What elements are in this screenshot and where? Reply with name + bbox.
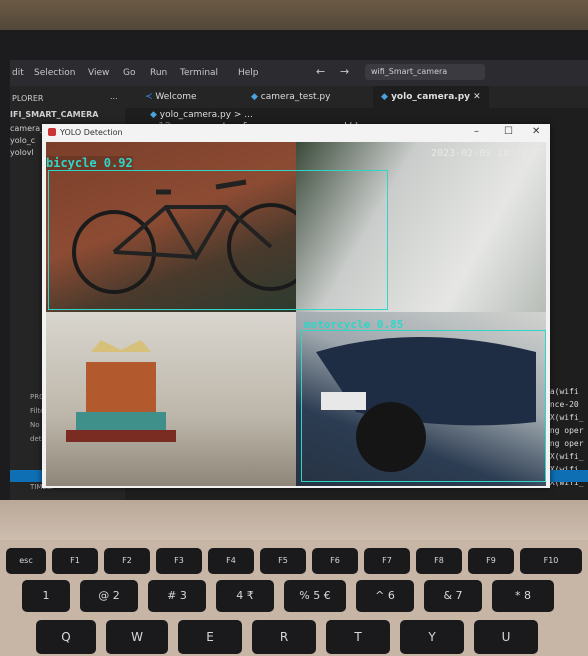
key-w[interactable]: W — [106, 620, 168, 654]
key-e[interactable]: E — [178, 620, 242, 654]
tab-yolo-camera[interactable]: ◆ yolo_camera.py ✕ — [373, 86, 489, 108]
detection-label-bicycle: bicycle 0.92 — [46, 156, 133, 170]
key-y[interactable]: Y — [400, 620, 464, 654]
key-5[interactable]: % 5 € — [284, 580, 346, 612]
key-f9[interactable]: F9 — [468, 548, 514, 574]
python-file-icon: ◆ — [381, 92, 388, 102]
nav-back-icon[interactable]: ← — [316, 65, 325, 78]
terminal-line: ong oper — [545, 439, 584, 448]
vscode-menu-bar: dit Selection View Go Run Terminal Help … — [10, 60, 588, 86]
key-4[interactable]: 4 ₹ — [216, 580, 274, 612]
menu-terminal[interactable]: Terminal — [180, 68, 218, 78]
shrine-illustration — [66, 340, 176, 442]
python-file-icon: ◆ — [150, 110, 157, 120]
editor-tab-bar: ≺ Welcome ◆ camera_test.py ◆ yolo_camera… — [125, 86, 588, 108]
yolo-detection-window: YOLO Detection – ☐ ✕ 2023-02-09 18:24:27… — [42, 124, 550, 488]
key-f5[interactable]: F5 — [260, 548, 306, 574]
terminal-line: ua(wifi — [545, 387, 579, 396]
explorer-title: PLORER — [12, 94, 44, 103]
explorer-more-icon[interactable]: ... — [110, 92, 118, 101]
tab-close-icon[interactable]: ✕ — [473, 92, 481, 102]
key-f1[interactable]: F1 — [52, 548, 98, 574]
breadcrumb: ◆ yolo_camera.py > ... — [150, 110, 253, 120]
menu-help[interactable]: Help — [238, 68, 259, 78]
maximize-button[interactable]: ☐ — [504, 126, 513, 137]
key-f6[interactable]: F6 — [312, 548, 358, 574]
key-2[interactable]: @ 2 — [80, 580, 138, 612]
timestamp-overlay: 2023-02-09 18:24:27 — [431, 148, 546, 159]
terminal-line: ong oper — [545, 426, 584, 435]
detection-box-bicycle — [48, 170, 388, 310]
key-3[interactable]: # 3 — [148, 580, 206, 612]
key-f2[interactable]: F2 — [104, 548, 150, 574]
menu-go[interactable]: Go — [123, 68, 135, 78]
yolo-window-titlebar: YOLO Detection – ☐ ✕ — [42, 124, 550, 142]
menu-run[interactable]: Run — [150, 68, 167, 78]
file-yolov[interactable]: yolovl — [10, 148, 34, 157]
key-t[interactable]: T — [326, 620, 390, 654]
key-f8[interactable]: F8 — [416, 548, 462, 574]
project-folder[interactable]: IFI_SMART_CAMERA — [10, 110, 98, 119]
detection-box-motorcycle — [301, 330, 546, 482]
key-1[interactable]: 1 — [22, 580, 70, 612]
menu-edit[interactable]: dit — [12, 68, 24, 78]
yolo-window-title: YOLO Detection — [60, 128, 123, 137]
menu-view[interactable]: View — [88, 68, 109, 78]
terminal-line: ance-20 — [545, 400, 579, 409]
python-file-icon: ◆ — [251, 92, 258, 102]
terminal-line: DX(wifi_ — [545, 413, 584, 422]
terminal-line: DX(wifi_ — [545, 452, 584, 461]
minimize-button[interactable]: – — [474, 126, 479, 137]
key-u[interactable]: U — [474, 620, 538, 654]
key-7[interactable]: & 7 — [424, 580, 482, 612]
key-f7[interactable]: F7 — [364, 548, 410, 574]
key-8[interactable]: * 8 — [492, 580, 554, 612]
menu-selection[interactable]: Selection — [34, 68, 75, 78]
close-button[interactable]: ✕ — [532, 126, 540, 137]
key-f4[interactable]: F4 — [208, 548, 254, 574]
vscode-icon: ≺ — [145, 92, 153, 102]
nav-forward-icon[interactable]: → — [340, 65, 349, 78]
detection-label-motorcycle: motorcycle 0.85 — [304, 318, 404, 331]
tab-welcome[interactable]: ≺ Welcome — [137, 86, 205, 108]
key-q[interactable]: Q — [36, 620, 96, 654]
file-yolo-camera[interactable]: yolo_c — [10, 136, 35, 145]
key-r[interactable]: R — [252, 620, 316, 654]
keyboard: esc F1 F2 F3 F4 F5 F6 F7 F8 F9 F10 1 @ 2… — [0, 540, 588, 656]
key-f3[interactable]: F3 — [156, 548, 202, 574]
feed-quadrant-shrine — [46, 312, 296, 486]
tab-camera-test[interactable]: ◆ camera_test.py — [243, 86, 338, 108]
key-f10[interactable]: F10 — [520, 548, 582, 574]
key-6[interactable]: ^ 6 — [356, 580, 414, 612]
key-esc[interactable]: esc — [6, 548, 46, 574]
app-icon — [48, 128, 56, 136]
command-center-search[interactable]: wifi_Smart_camera — [365, 64, 485, 80]
camera-feed-image: 2023-02-09 18:24:27 bicycle 0.92 motorcy… — [46, 142, 546, 486]
